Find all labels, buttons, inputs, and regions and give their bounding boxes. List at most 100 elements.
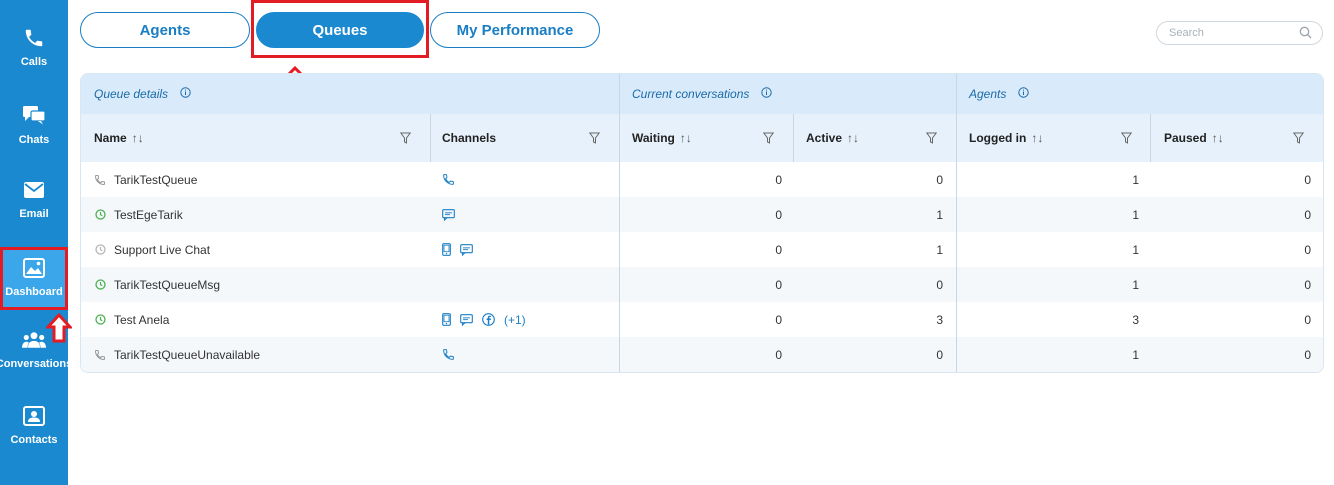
divider	[956, 74, 957, 372]
queue-name-cell: Support Live Chat	[94, 232, 414, 267]
paused-cell: 0	[1304, 207, 1311, 222]
table-row[interactable]: Test Anela (+1) 0 3 3 0	[81, 302, 1323, 337]
sort-icon[interactable]: ↑↓	[847, 131, 859, 145]
column-header-logged-in[interactable]: Logged in ↑↓	[969, 114, 1043, 162]
column-name-label: Name	[94, 131, 127, 145]
waiting-cell: 0	[775, 242, 782, 257]
info-icon[interactable]	[1018, 87, 1030, 101]
tab-agents[interactable]: Agents	[80, 12, 250, 48]
divider	[619, 74, 620, 372]
info-icon[interactable]	[761, 87, 773, 101]
filter-icon-name[interactable]	[399, 131, 412, 149]
waiting-cell: 0	[775, 277, 782, 292]
waiting-cell: 0	[775, 347, 782, 362]
group-queue-details-label: Queue details	[94, 87, 169, 101]
column-header-name[interactable]: Name ↑↓	[94, 114, 144, 162]
waiting-cell: 0	[775, 207, 782, 222]
tab-my-performance[interactable]: My Performance	[430, 12, 600, 48]
phone-icon	[22, 26, 46, 50]
phone-icon	[442, 173, 455, 186]
nav-calls-label: Calls	[20, 56, 48, 68]
paused-cell: 0	[1304, 172, 1311, 187]
column-waiting-label: Waiting	[632, 131, 675, 145]
sort-icon[interactable]: ↑↓	[680, 131, 692, 145]
logged-in-cell: 1	[1132, 242, 1139, 257]
queue-name-cell: TarikTestQueueMsg	[94, 267, 414, 302]
phone-icon	[442, 348, 455, 361]
column-header-channels: Channels	[442, 114, 496, 162]
column-header-active[interactable]: Active ↑↓	[806, 114, 859, 162]
queue-name-cell: TarikTestQueueUnavailable	[94, 337, 414, 372]
mobile-icon	[442, 313, 451, 326]
filter-icon-paused[interactable]	[1292, 131, 1305, 149]
logged-in-cell: 1	[1132, 277, 1139, 292]
channels-cell	[442, 162, 612, 197]
table-row[interactable]: TarikTestQueueMsg 0 0 1 0	[81, 267, 1323, 302]
table-row[interactable]: Support Live Chat 0 1 1 0	[81, 232, 1323, 267]
queue-name: TarikTestQueueMsg	[114, 277, 221, 292]
channels-cell: (+1)	[442, 302, 612, 337]
paused-cell: 0	[1304, 242, 1311, 257]
filter-icon-logged-in[interactable]	[1120, 131, 1133, 149]
contact-card-icon	[22, 404, 46, 428]
nav-chats-label: Chats	[18, 134, 50, 146]
sort-icon[interactable]: ↑↓	[132, 131, 144, 145]
logged-in-cell: 1	[1132, 172, 1139, 187]
highlight-box-dashboard	[0, 247, 68, 310]
more-channels-count[interactable]: (+1)	[504, 313, 526, 327]
nav-email[interactable]: Email	[0, 166, 68, 232]
queue-name-cell: TarikTestQueue	[94, 162, 414, 197]
sort-icon[interactable]: ↑↓	[1212, 131, 1224, 145]
sidebar: Calls Chats Email Dashboard Conversation…	[0, 0, 72, 485]
nav-contacts[interactable]: Contacts	[0, 392, 68, 458]
column-logged-in-label: Logged in	[969, 131, 1027, 145]
active-cell: 3	[936, 312, 943, 327]
column-active-label: Active	[806, 131, 843, 145]
clock-icon	[94, 244, 106, 256]
divider	[1150, 114, 1151, 162]
channels-cell	[442, 337, 612, 372]
filter-icon-active[interactable]	[925, 131, 938, 149]
nav-email-label: Email	[19, 208, 49, 220]
chat-icon	[22, 104, 46, 128]
column-paused-label: Paused	[1164, 131, 1207, 145]
info-icon[interactable]	[180, 87, 191, 101]
search-input[interactable]	[1167, 26, 1301, 40]
table-row[interactable]: TarikTestQueue 0 0 1 0	[81, 162, 1323, 197]
phone-icon	[94, 349, 106, 361]
nav-contacts-label: Contacts	[10, 434, 58, 446]
nav-chats[interactable]: Chats	[0, 92, 68, 158]
clock-icon	[94, 279, 106, 291]
active-cell: 0	[936, 172, 943, 187]
channels-cell	[442, 267, 612, 302]
queue-name: TarikTestQueueUnavailable	[114, 347, 261, 362]
table-row[interactable]: TestEgeTarik 0 1 1 0	[81, 197, 1323, 232]
queue-name: TarikTestQueue	[114, 172, 198, 187]
divider	[793, 114, 794, 162]
queues-table: Queue details Current conversations Agen…	[80, 73, 1324, 373]
group-agents-label: Agents	[969, 87, 1007, 101]
users-icon	[22, 328, 46, 352]
active-cell: 0	[936, 277, 943, 292]
nav-conversations-label: Conversations	[0, 358, 73, 370]
column-header-paused[interactable]: Paused ↑↓	[1164, 114, 1224, 162]
channels-cell	[442, 232, 612, 267]
paused-cell: 0	[1304, 312, 1311, 327]
sort-icon[interactable]: ↑↓	[1031, 131, 1043, 145]
active-cell: 0	[936, 347, 943, 362]
arrow-up-icon	[46, 313, 72, 343]
filter-icon-channels[interactable]	[588, 131, 601, 149]
column-header-waiting[interactable]: Waiting ↑↓	[632, 114, 692, 162]
phone-icon	[94, 174, 106, 186]
filter-icon-waiting[interactable]	[762, 131, 775, 149]
table-row[interactable]: TarikTestQueueUnavailable 0 0 1 0	[81, 337, 1323, 372]
channels-cell	[442, 197, 612, 232]
waiting-cell: 0	[775, 172, 782, 187]
column-header-row	[81, 114, 1323, 162]
logged-in-cell: 1	[1132, 347, 1139, 362]
waiting-cell: 0	[775, 312, 782, 327]
nav-calls[interactable]: Calls	[0, 14, 68, 80]
queue-name-cell: TestEgeTarik	[94, 197, 414, 232]
search-icon[interactable]	[1299, 26, 1312, 44]
search-box[interactable]	[1156, 21, 1323, 45]
